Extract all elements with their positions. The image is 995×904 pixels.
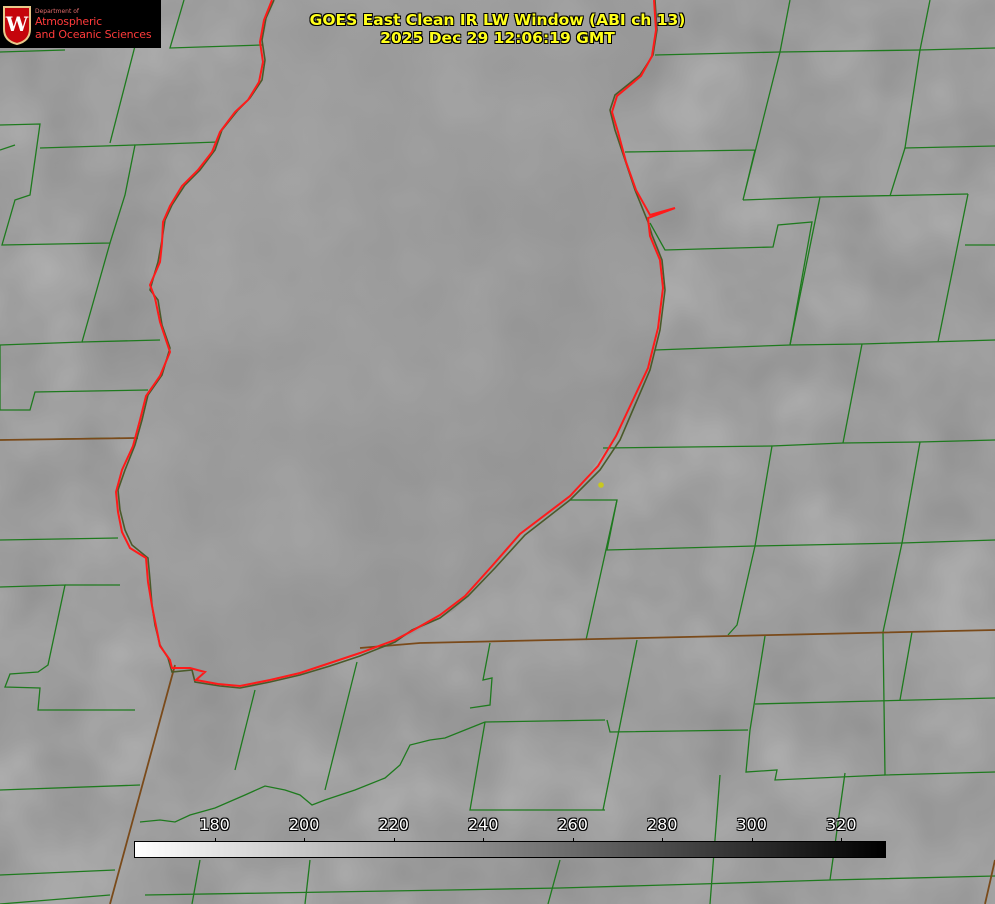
colorbar-tick-mark (214, 838, 216, 842)
ir-satellite-map (0, 0, 995, 904)
colorbar-tick-label: 200 (288, 815, 320, 834)
colorbar-tick-mark (304, 838, 306, 842)
image-title: GOES East Clean IR LW Window (ABI ch 13) (309, 11, 686, 29)
colorbar-tick-label: 300 (736, 815, 767, 834)
location-marker (598, 482, 604, 488)
colorbar-tick-mark (393, 838, 395, 842)
colorbar-tick-label: 220 (378, 815, 409, 834)
colorbar-tick-mark (572, 838, 574, 842)
colorbar-tick-label: 240 (467, 815, 499, 834)
colorbar-tick-mark (751, 838, 753, 842)
colorbar-tick-label: 320 (825, 815, 857, 834)
colorbar-tick-label: 260 (557, 815, 588, 834)
colorbar-tick-label: 280 (646, 815, 678, 834)
colorbar-tick-label: 180 (199, 815, 230, 834)
colorbar (134, 841, 886, 858)
image-timestamp: 2025 Dec 29 12:06:19 GMT (380, 29, 615, 47)
colorbar-tick-mark (841, 838, 843, 842)
colorbar-tick-mark (483, 838, 485, 842)
colorbar-tick-mark (662, 838, 664, 842)
satellite-image-frame: W Department of Atmospheric and Oceanic … (0, 0, 995, 904)
